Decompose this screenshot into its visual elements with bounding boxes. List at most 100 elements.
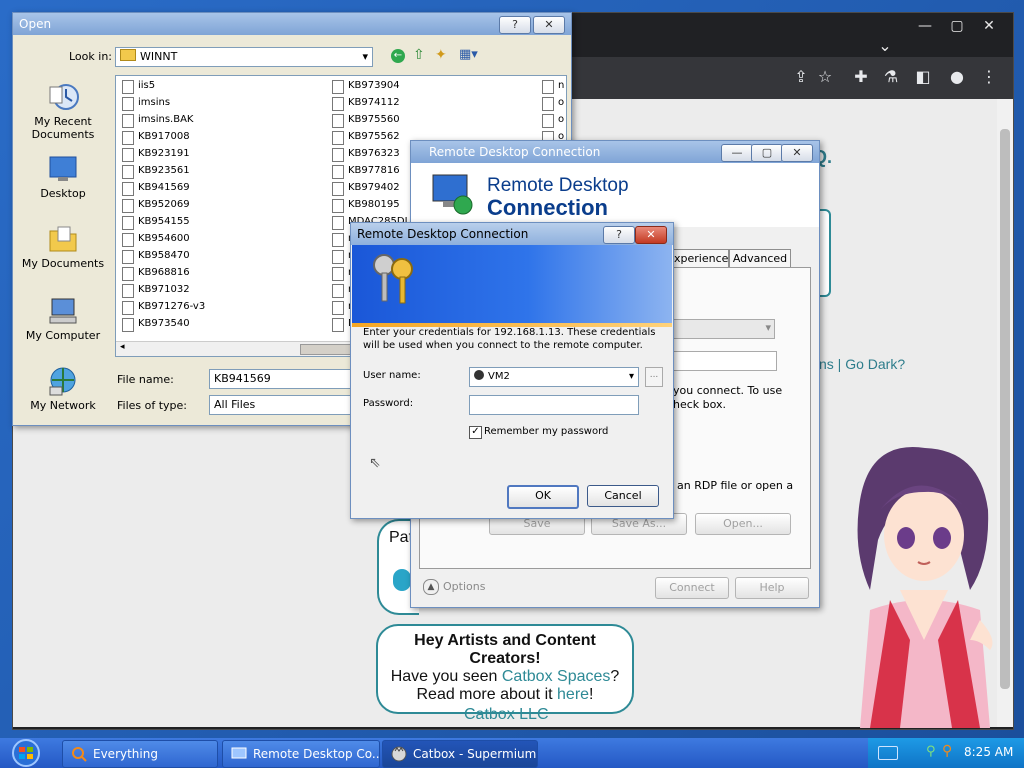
up-folder-icon[interactable]: ⇧: [413, 47, 425, 63]
browse-button[interactable]: ...: [645, 367, 663, 387]
new-folder-icon[interactable]: ✦: [435, 47, 447, 63]
close-button[interactable]: ✕: [635, 226, 667, 244]
browser-icon: [391, 746, 407, 762]
file-name-label: File name:: [117, 373, 174, 386]
taskbar-item-remote-desktop[interactable]: Remote Desktop Co...: [222, 740, 380, 768]
file-item[interactable]: o: [540, 112, 564, 128]
options-toggle-icon[interactable]: ▲: [423, 579, 439, 595]
credentials-message: Enter your credentials for 192.168.1.13.…: [363, 327, 656, 351]
file-item[interactable]: KB952069: [120, 197, 190, 213]
maximize-button[interactable]: ▢: [751, 144, 783, 162]
options-label[interactable]: Options: [443, 580, 485, 593]
profile-icon[interactable]: ●: [945, 65, 969, 89]
rdp-file-text: an RDP file or open a: [677, 479, 794, 492]
nav-links[interactable]: ns | Go Dark?: [819, 356, 905, 372]
help-button[interactable]: ?: [499, 16, 531, 34]
file-name-input[interactable]: KB941569: [209, 369, 351, 389]
computer-select[interactable]: ▾: [673, 319, 775, 339]
user-name-combo[interactable]: VM2 ▾: [469, 367, 639, 387]
file-item[interactable]: KB941569: [120, 180, 190, 196]
back-icon[interactable]: ←: [391, 49, 405, 63]
file-item[interactable]: KB954600: [120, 231, 190, 247]
file-item[interactable]: KB954155: [120, 214, 190, 230]
connect-info-text: you connect. To use: [673, 384, 783, 397]
keyboard-icon[interactable]: [878, 746, 898, 760]
file-item[interactable]: iis5: [120, 78, 155, 94]
promo-bubble: Hey Artists and Content Creators! Have y…: [376, 624, 634, 714]
promo-heading: Hey Artists and Content Creators!: [414, 632, 596, 667]
start-orb-icon[interactable]: [0, 738, 56, 768]
search-tray-icon[interactable]: ⚲: [942, 743, 952, 759]
help-button[interactable]: ?: [603, 226, 635, 244]
clock[interactable]: 8:25 AM: [964, 745, 1013, 759]
share-icon[interactable]: ⇪: [789, 65, 813, 89]
catbox-spaces-link[interactable]: Catbox Spaces: [502, 668, 611, 685]
file-item[interactable]: imsins: [120, 95, 170, 111]
ok-button[interactable]: OK: [507, 485, 579, 509]
password-input[interactable]: [469, 395, 639, 415]
view-menu-icon[interactable]: ▦▾: [459, 47, 478, 62]
tab-experience[interactable]: xperience: [673, 249, 729, 268]
file-item[interactable]: KB973904: [330, 78, 400, 94]
connect-button[interactable]: Connect: [655, 577, 729, 599]
rdc-title: Remote Desktop Connection: [429, 145, 601, 159]
star-icon[interactable]: ☆: [813, 65, 837, 89]
place-my-computer[interactable]: My Computer: [13, 295, 113, 342]
place-my-recent-documents[interactable]: My Recent Documents: [13, 81, 113, 141]
place-my-documents[interactable]: My Documents: [13, 223, 113, 270]
file-item[interactable]: KB975562: [330, 129, 400, 145]
file-item[interactable]: imsins.BAK: [120, 112, 194, 128]
file-item[interactable]: KB958470: [120, 248, 190, 264]
file-item[interactable]: KB977816: [330, 163, 400, 179]
sidebar-icon[interactable]: ◧: [911, 65, 935, 89]
file-item[interactable]: KB979402: [330, 180, 400, 196]
help-button[interactable]: Help: [735, 577, 809, 599]
promo-line2: Read more about it here!: [378, 686, 632, 704]
tab-search-chevron-icon[interactable]: ⌄: [869, 33, 901, 59]
file-item[interactable]: KB971032: [120, 282, 190, 298]
minimize-button[interactable]: —: [721, 144, 753, 162]
menu-icon[interactable]: ⋮: [977, 65, 1001, 89]
credentials-dialog: Remote Desktop Connection ? ✕ Enter your…: [350, 222, 674, 519]
lab-icon[interactable]: ⚗: [879, 65, 903, 89]
place-my-network[interactable]: My Network: [13, 365, 113, 412]
file-type-label: Files of type:: [117, 399, 188, 412]
remember-password-checkbox[interactable]: ✓: [469, 426, 482, 439]
file-item[interactable]: KB968816: [120, 265, 190, 281]
maximize-button[interactable]: ▢: [941, 13, 973, 39]
open-button[interactable]: Open...: [695, 513, 791, 535]
file-type-select[interactable]: All Files: [209, 395, 351, 415]
taskbar-item-everything[interactable]: Everything: [62, 740, 218, 768]
file-item[interactable]: KB974112: [330, 95, 400, 111]
file-item[interactable]: KB923561: [120, 163, 190, 179]
file-item[interactable]: o: [540, 95, 564, 111]
file-item[interactable]: n: [540, 78, 564, 94]
scroll-left-icon[interactable]: ◂: [120, 342, 125, 352]
file-item[interactable]: KB980195: [330, 197, 400, 213]
file-item[interactable]: KB976323: [330, 146, 400, 162]
remote-desktop-icon: [231, 747, 247, 759]
tab-advanced[interactable]: Advanced: [729, 249, 791, 268]
patron-button-edge[interactable]: [393, 569, 411, 591]
here-link[interactable]: here: [557, 686, 589, 703]
taskbar-item-label: Catbox - Supermium: [413, 747, 537, 761]
my-computer-icon: [49, 298, 77, 324]
file-item[interactable]: KB971276-v3: [120, 299, 205, 315]
look-in-select[interactable]: WINNT ▾: [115, 47, 373, 67]
file-item[interactable]: KB923191: [120, 146, 190, 162]
extensions-icon[interactable]: ✚: [849, 65, 873, 89]
network-icon[interactable]: ⚲: [926, 744, 936, 759]
taskbar-item-catbox[interactable]: Catbox - Supermium: [382, 740, 538, 768]
minimize-button[interactable]: —: [909, 13, 941, 39]
file-item[interactable]: KB973540: [120, 316, 190, 332]
place-desktop[interactable]: Desktop: [13, 153, 113, 200]
close-button[interactable]: ✕: [973, 13, 1005, 39]
file-item[interactable]: KB917008: [120, 129, 190, 145]
user-name-field[interactable]: [673, 351, 777, 371]
promo-line1: Have you seen Catbox Spaces?: [378, 668, 632, 686]
cancel-button[interactable]: Cancel: [587, 485, 659, 507]
close-button[interactable]: ✕: [533, 16, 565, 34]
scrollbar-thumb[interactable]: [1000, 129, 1010, 689]
close-button[interactable]: ✕: [781, 144, 813, 162]
file-item[interactable]: KB975560: [330, 112, 400, 128]
